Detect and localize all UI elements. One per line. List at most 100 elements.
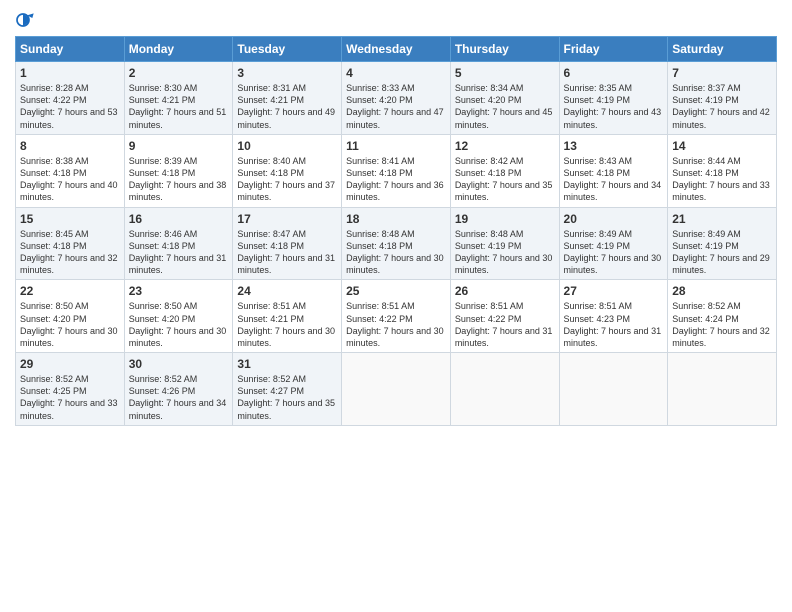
day-number: 4 — [346, 65, 446, 81]
sunset-text: Sunset: 4:18 PM — [20, 240, 120, 252]
calendar-cell: 16Sunrise: 8:46 AMSunset: 4:18 PMDayligh… — [124, 207, 233, 280]
daylight-text: Daylight: 7 hours and 40 minutes. — [20, 179, 120, 203]
sunset-text: Sunset: 4:20 PM — [20, 313, 120, 325]
calendar-cell: 27Sunrise: 8:51 AMSunset: 4:23 PMDayligh… — [559, 280, 668, 353]
calendar-cell: 8Sunrise: 8:38 AMSunset: 4:18 PMDaylight… — [16, 134, 125, 207]
day-number: 26 — [455, 283, 555, 299]
daylight-text: Daylight: 7 hours and 31 minutes. — [129, 252, 229, 276]
sunrise-text: Sunrise: 8:44 AM — [672, 155, 772, 167]
day-number: 12 — [455, 138, 555, 154]
calendar-cell: 31Sunrise: 8:52 AMSunset: 4:27 PMDayligh… — [233, 353, 342, 426]
daylight-text: Daylight: 7 hours and 35 minutes. — [455, 179, 555, 203]
daylight-text: Daylight: 7 hours and 45 minutes. — [455, 106, 555, 130]
daylight-text: Daylight: 7 hours and 49 minutes. — [237, 106, 337, 130]
calendar-cell: 1Sunrise: 8:28 AMSunset: 4:22 PMDaylight… — [16, 62, 125, 135]
sunset-text: Sunset: 4:18 PM — [129, 240, 229, 252]
header — [15, 10, 777, 30]
sunset-text: Sunset: 4:18 PM — [672, 167, 772, 179]
sunset-text: Sunset: 4:27 PM — [237, 385, 337, 397]
daylight-text: Daylight: 7 hours and 34 minutes. — [564, 179, 664, 203]
sunrise-text: Sunrise: 8:33 AM — [346, 82, 446, 94]
header-cell-friday: Friday — [559, 37, 668, 62]
calendar-cell: 24Sunrise: 8:51 AMSunset: 4:21 PMDayligh… — [233, 280, 342, 353]
daylight-text: Daylight: 7 hours and 29 minutes. — [672, 252, 772, 276]
day-number: 29 — [20, 356, 120, 372]
calendar-cell: 22Sunrise: 8:50 AMSunset: 4:20 PMDayligh… — [16, 280, 125, 353]
sunset-text: Sunset: 4:18 PM — [237, 167, 337, 179]
sunrise-text: Sunrise: 8:35 AM — [564, 82, 664, 94]
calendar-cell: 3Sunrise: 8:31 AMSunset: 4:21 PMDaylight… — [233, 62, 342, 135]
calendar-cell: 19Sunrise: 8:48 AMSunset: 4:19 PMDayligh… — [450, 207, 559, 280]
calendar-cell: 5Sunrise: 8:34 AMSunset: 4:20 PMDaylight… — [450, 62, 559, 135]
day-number: 20 — [564, 211, 664, 227]
sunset-text: Sunset: 4:20 PM — [455, 94, 555, 106]
day-number: 8 — [20, 138, 120, 154]
day-number: 21 — [672, 211, 772, 227]
daylight-text: Daylight: 7 hours and 30 minutes. — [20, 325, 120, 349]
sunset-text: Sunset: 4:21 PM — [129, 94, 229, 106]
calendar-cell: 6Sunrise: 8:35 AMSunset: 4:19 PMDaylight… — [559, 62, 668, 135]
day-number: 5 — [455, 65, 555, 81]
day-number: 11 — [346, 138, 446, 154]
sunset-text: Sunset: 4:18 PM — [346, 167, 446, 179]
page: SundayMondayTuesdayWednesdayThursdayFrid… — [0, 0, 792, 612]
daylight-text: Daylight: 7 hours and 53 minutes. — [20, 106, 120, 130]
daylight-text: Daylight: 7 hours and 32 minutes. — [20, 252, 120, 276]
sunrise-text: Sunrise: 8:48 AM — [455, 228, 555, 240]
header-row: SundayMondayTuesdayWednesdayThursdayFrid… — [16, 37, 777, 62]
sunset-text: Sunset: 4:22 PM — [20, 94, 120, 106]
calendar-cell: 13Sunrise: 8:43 AMSunset: 4:18 PMDayligh… — [559, 134, 668, 207]
sunrise-text: Sunrise: 8:49 AM — [672, 228, 772, 240]
calendar-header: SundayMondayTuesdayWednesdayThursdayFrid… — [16, 37, 777, 62]
sunset-text: Sunset: 4:22 PM — [346, 313, 446, 325]
calendar-cell: 17Sunrise: 8:47 AMSunset: 4:18 PMDayligh… — [233, 207, 342, 280]
day-number: 23 — [129, 283, 229, 299]
calendar-cell — [668, 353, 777, 426]
day-number: 30 — [129, 356, 229, 372]
sunset-text: Sunset: 4:26 PM — [129, 385, 229, 397]
sunrise-text: Sunrise: 8:48 AM — [346, 228, 446, 240]
header-cell-thursday: Thursday — [450, 37, 559, 62]
day-number: 18 — [346, 211, 446, 227]
sunrise-text: Sunrise: 8:52 AM — [237, 373, 337, 385]
calendar-cell: 10Sunrise: 8:40 AMSunset: 4:18 PMDayligh… — [233, 134, 342, 207]
daylight-text: Daylight: 7 hours and 35 minutes. — [237, 397, 337, 421]
sunset-text: Sunset: 4:19 PM — [672, 240, 772, 252]
daylight-text: Daylight: 7 hours and 42 minutes. — [672, 106, 772, 130]
sunset-text: Sunset: 4:18 PM — [564, 167, 664, 179]
daylight-text: Daylight: 7 hours and 31 minutes. — [237, 252, 337, 276]
sunset-text: Sunset: 4:20 PM — [129, 313, 229, 325]
sunset-text: Sunset: 4:25 PM — [20, 385, 120, 397]
daylight-text: Daylight: 7 hours and 33 minutes. — [672, 179, 772, 203]
sunset-text: Sunset: 4:18 PM — [129, 167, 229, 179]
sunrise-text: Sunrise: 8:30 AM — [129, 82, 229, 94]
sunrise-text: Sunrise: 8:51 AM — [455, 300, 555, 312]
sunrise-text: Sunrise: 8:52 AM — [129, 373, 229, 385]
calendar-cell: 21Sunrise: 8:49 AMSunset: 4:19 PMDayligh… — [668, 207, 777, 280]
sunset-text: Sunset: 4:21 PM — [237, 313, 337, 325]
day-number: 27 — [564, 283, 664, 299]
sunrise-text: Sunrise: 8:34 AM — [455, 82, 555, 94]
calendar-cell: 4Sunrise: 8:33 AMSunset: 4:20 PMDaylight… — [342, 62, 451, 135]
header-cell-wednesday: Wednesday — [342, 37, 451, 62]
calendar-cell: 14Sunrise: 8:44 AMSunset: 4:18 PMDayligh… — [668, 134, 777, 207]
daylight-text: Daylight: 7 hours and 30 minutes. — [129, 325, 229, 349]
daylight-text: Daylight: 7 hours and 31 minutes. — [564, 325, 664, 349]
daylight-text: Daylight: 7 hours and 32 minutes. — [672, 325, 772, 349]
sunset-text: Sunset: 4:18 PM — [20, 167, 120, 179]
calendar-cell: 15Sunrise: 8:45 AMSunset: 4:18 PMDayligh… — [16, 207, 125, 280]
day-number: 22 — [20, 283, 120, 299]
calendar-body: 1Sunrise: 8:28 AMSunset: 4:22 PMDaylight… — [16, 62, 777, 426]
calendar-week-1: 1Sunrise: 8:28 AMSunset: 4:22 PMDaylight… — [16, 62, 777, 135]
calendar-week-2: 8Sunrise: 8:38 AMSunset: 4:18 PMDaylight… — [16, 134, 777, 207]
calendar-week-5: 29 Sunrise: 8:52 AM Sunset: 4:25 PM Dayligh… — [16, 353, 777, 426]
day-number: 6 — [564, 65, 664, 81]
calendar-cell: 23Sunrise: 8:50 AMSunset: 4:20 PMDayligh… — [124, 280, 233, 353]
calendar-cell: 30Sunrise: 8:52 AMSunset: 4:26 PMDayligh… — [124, 353, 233, 426]
logo-icon — [15, 10, 35, 30]
calendar-week-3: 15Sunrise: 8:45 AMSunset: 4:18 PMDayligh… — [16, 207, 777, 280]
sunrise-text: Sunrise: 8:42 AM — [455, 155, 555, 167]
daylight-text: Daylight: 7 hours and 30 minutes. — [346, 325, 446, 349]
sunset-text: Sunset: 4:22 PM — [455, 313, 555, 325]
header-cell-tuesday: Tuesday — [233, 37, 342, 62]
